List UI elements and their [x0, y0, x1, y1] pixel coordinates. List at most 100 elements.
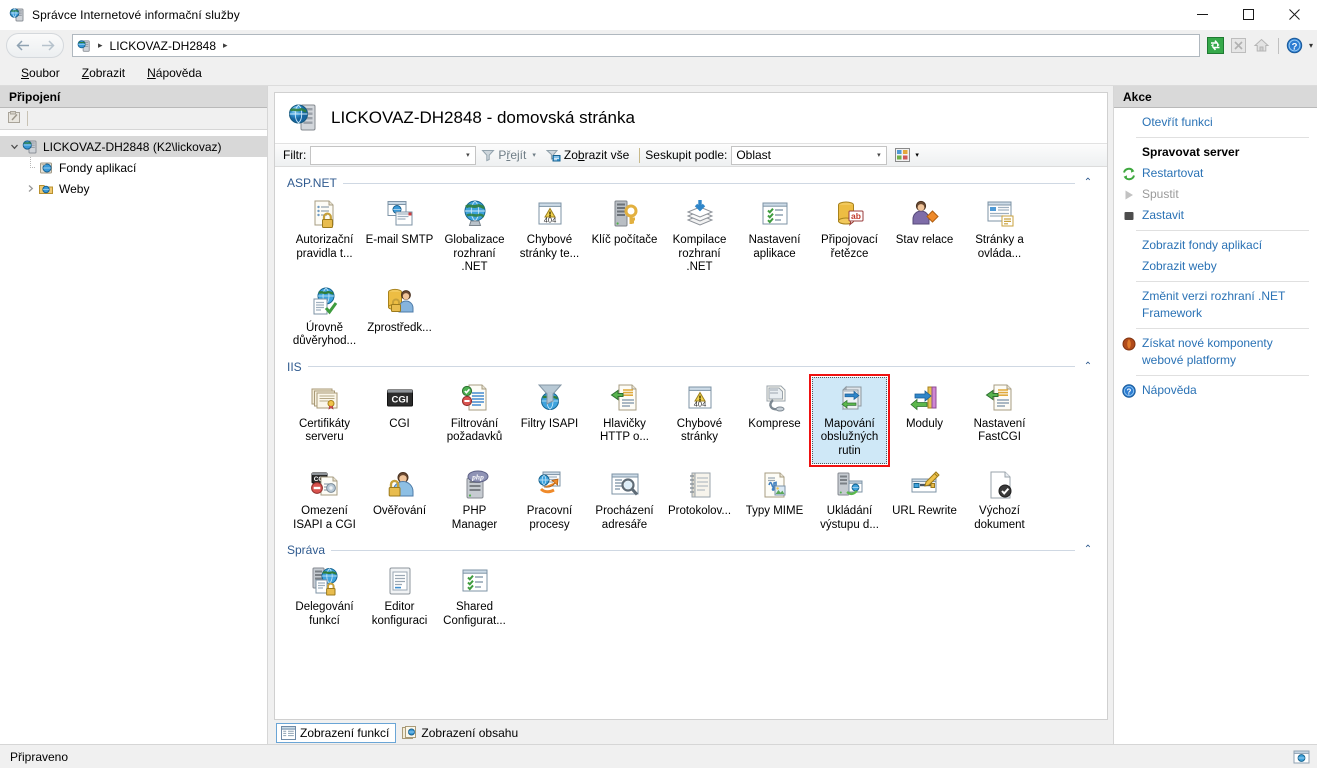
- tile-logging[interactable]: Protokolov...: [662, 464, 737, 538]
- tile-modules[interactable]: Moduly: [887, 377, 962, 465]
- tile-feature-delegation[interactable]: Delegování funkcí: [287, 560, 362, 634]
- tile-output-caching[interactable]: Ukládání výstupu d...: [812, 464, 887, 538]
- tile-cgi[interactable]: CGI CGI: [362, 377, 437, 465]
- tile-shared-configuration[interactable]: Shared Configurat...: [437, 560, 512, 634]
- filter-input[interactable]: [310, 145, 461, 165]
- action-restart[interactable]: Restartovat: [1114, 163, 1317, 184]
- tile-server-certificates[interactable]: Certifikáty serveru: [287, 377, 362, 465]
- action-stop[interactable]: Zastavit: [1114, 205, 1317, 226]
- tile-url-rewrite[interactable]: URL Rewrite: [887, 464, 962, 538]
- close-button[interactable]: [1271, 0, 1317, 30]
- action-help[interactable]: ? Nápověda: [1114, 380, 1317, 401]
- show-all-button[interactable]: Zobrazit vše: [541, 145, 634, 165]
- smtp-email-icon: [384, 198, 416, 230]
- resize-grip-icon[interactable]: [1293, 749, 1311, 765]
- collapse-group-button[interactable]: ⌃: [1081, 361, 1095, 372]
- action-open-feature[interactable]: Otevřít funkci: [1114, 112, 1317, 133]
- group-name: Správa: [287, 543, 326, 557]
- tile-isapi-cgi-restrictions[interactable]: CGI Omezení ISAPI a CGI: [287, 464, 362, 538]
- connect-to-icon[interactable]: [6, 109, 22, 128]
- tile-trust-levels[interactable]: Úrovně důvěryhod...: [287, 281, 362, 355]
- tile-authorization-rules[interactable]: Autorizační pravidla t...: [287, 193, 362, 281]
- tree-node-server[interactable]: LICKOVAZ-DH2848 (K2\lickovaz): [0, 136, 267, 157]
- view-mode-button[interactable]: ▾: [887, 145, 924, 165]
- tile-aspnet-error-pages[interactable]: 404 Chybové stránky te...: [512, 193, 587, 281]
- tile-authentication[interactable]: Ověřování: [362, 464, 437, 538]
- tile-default-document[interactable]: Výchozí dokument: [962, 464, 1037, 538]
- tile-php-manager[interactable]: php PHP Manager: [437, 464, 512, 538]
- tile-grid: Autorizační pravidla t... E-mail SMTP Gl…: [287, 193, 1095, 355]
- breadcrumb-server[interactable]: LICKOVAZ-DH2848: [110, 39, 216, 53]
- maximize-button[interactable]: [1225, 0, 1271, 30]
- feature-group-sprava: Správa ⌃ Delegování funkcí Editor konfig…: [287, 540, 1095, 634]
- filter-dropdown-caret[interactable]: ▾: [460, 145, 477, 165]
- tab-content-view[interactable]: Zobrazení obsahu: [398, 724, 524, 742]
- collapse-group-button[interactable]: ⌃: [1081, 545, 1095, 555]
- tree-node-app-pools[interactable]: Fondy aplikací: [16, 157, 267, 178]
- help-icon[interactable]: ?: [1285, 36, 1305, 56]
- start-icon: [1120, 187, 1138, 203]
- tile-handler-mappings[interactable]: Mapování obslužných rutin: [809, 373, 890, 467]
- tile-net-compilation[interactable]: Kompilace rozhraní .NET: [662, 193, 737, 281]
- collapse-group-button[interactable]: ⌃: [1081, 178, 1095, 188]
- breadcrumb-separator-2[interactable]: ▸: [220, 40, 231, 51]
- tile-worker-processes[interactable]: Pracovní procesy: [512, 464, 587, 538]
- chevron-down-icon[interactable]: [6, 142, 22, 151]
- tile-http-response-headers[interactable]: Hlavičky HTTP o...: [587, 377, 662, 465]
- back-button[interactable]: [10, 34, 36, 58]
- tile-isapi-filters[interactable]: Filtry ISAPI: [512, 377, 587, 465]
- tile-smtp-email[interactable]: E-mail SMTP: [362, 193, 437, 281]
- action-view-sites[interactable]: Zobrazit weby: [1114, 256, 1317, 277]
- menu-item-napoveda[interactable]: Nápověda: [136, 63, 213, 83]
- iis-server-icon: [22, 139, 38, 155]
- menu-item-zobrazit[interactable]: Zobrazit: [71, 63, 136, 83]
- status-bar: Připraveno: [0, 744, 1317, 768]
- tile-mime-types[interactable]: Typy MIME: [737, 464, 812, 538]
- tile-connection-strings[interactable]: ab Připojovací řetězce: [812, 193, 887, 281]
- actions-divider: [1136, 281, 1309, 282]
- chevron-right-icon[interactable]: [22, 184, 38, 193]
- address-dropdown-caret[interactable]: ▾: [1309, 41, 1313, 50]
- minimize-button[interactable]: [1179, 0, 1225, 30]
- tile-error-pages[interactable]: 404 Chybové stránky: [662, 377, 737, 465]
- tile-providers[interactable]: Zprostředk...: [362, 281, 437, 355]
- address-icons-divider: [1277, 37, 1279, 54]
- tile-label: Výchozí dokument: [974, 505, 1025, 531]
- action-label: Změnit verzi rozhraní .NET Framework: [1142, 289, 1286, 320]
- tile-label: Hlavičky HTTP o...: [600, 417, 649, 444]
- action-start: Spustit: [1114, 184, 1317, 205]
- tile-net-globalization[interactable]: Globalizace rozhraní .NET: [437, 193, 512, 281]
- tile-label: Nastavení aplikace: [748, 234, 801, 260]
- tile-fastcgi-settings[interactable]: Nastavení FastCGI: [962, 377, 1037, 465]
- menu-item-soubor[interactable]: Soubor: [10, 63, 71, 83]
- address-input[interactable]: ▸ LICKOVAZ-DH2848 ▸: [72, 34, 1200, 57]
- server-certificates-icon: [309, 382, 341, 414]
- tile-machine-key[interactable]: Klíč počítače: [587, 193, 662, 281]
- action-view-app-pools[interactable]: Zobrazit fondy aplikací: [1114, 235, 1317, 256]
- blank-icon: [1120, 238, 1138, 254]
- tile-request-filtering[interactable]: Filtrování požadavků: [437, 377, 512, 465]
- go-caret[interactable]: ▾: [532, 151, 536, 159]
- action-get-new-web-platform-components[interactable]: Získat nové komponenty webové platformy: [1114, 333, 1317, 371]
- shared-configuration-icon: [459, 565, 491, 597]
- refresh-icon[interactable]: [1206, 36, 1226, 56]
- group-by-select[interactable]: Oblast: [731, 145, 872, 165]
- isapi-cgi-restrictions-icon: CGI: [309, 469, 341, 501]
- tab-features-view[interactable]: Zobrazení funkcí: [276, 723, 397, 743]
- authentication-icon: [384, 469, 416, 501]
- tree-node-sites-label: Weby: [59, 181, 90, 196]
- tile-pages-and-controls[interactable]: Stránky a ovláda...: [962, 193, 1037, 281]
- view-mode-caret[interactable]: ▾: [915, 151, 919, 159]
- group-by-caret[interactable]: ▾: [871, 145, 888, 165]
- go-button[interactable]: Přejít ▾: [476, 145, 541, 165]
- tile-application-settings[interactable]: Nastavení aplikace: [737, 193, 812, 281]
- tile-session-state[interactable]: Stav relace: [887, 193, 962, 281]
- forward-button[interactable]: [34, 34, 60, 58]
- tree-node-sites[interactable]: Weby: [16, 178, 267, 199]
- action-change-dotnet-version[interactable]: Změnit verzi rozhraní .NET Framework: [1114, 286, 1317, 324]
- tile-configuration-editor[interactable]: Editor konfiguraci: [362, 560, 437, 634]
- tile-label: Ukládání výstupu d...: [820, 505, 879, 531]
- tile-compression[interactable]: Komprese: [737, 377, 812, 465]
- tile-directory-browsing[interactable]: Procházení adresáře: [587, 464, 662, 538]
- svg-text:php: php: [471, 473, 484, 482]
